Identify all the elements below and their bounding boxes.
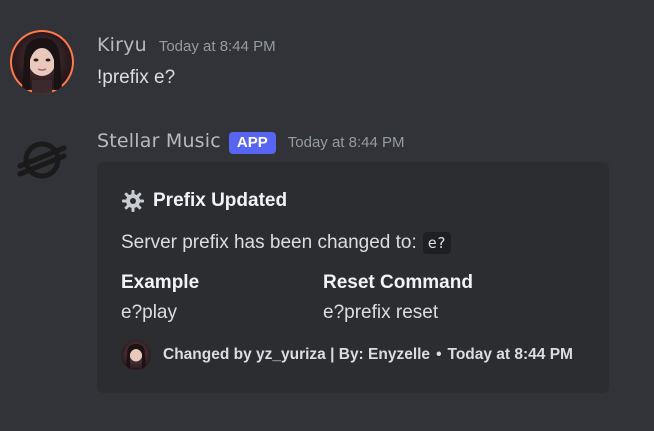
username[interactable]: Kiryu [97,34,147,56]
embed-field-reset-command: Reset Command e?prefix reset [323,272,473,324]
embed-field-example: Example e?play [121,272,199,324]
embed-description-text: Server prefix has been changed to: [121,232,417,253]
embed-footer: Changed by yz_yuriza | By: Enyzelle • To… [121,340,573,370]
user-avatar[interactable] [10,30,74,94]
app-badge: APP [228,132,276,154]
field-name: Reset Command [323,272,473,293]
embed-title: Prefix Updated [121,189,287,213]
field-value: e?prefix reset [323,302,439,323]
bot-avatar[interactable] [14,132,70,188]
footer-timestamp: Today at 8:44 PM [447,346,573,363]
field-value: e?play [121,302,177,323]
message-timestamp[interactable]: Today at 8:44 PM [159,38,276,55]
footer-text: Changed by yz_yuriza | By: Enyzelle [163,346,431,363]
embed-description: Server prefix has been changed to: e? [121,232,451,254]
embed: Prefix Updated Server prefix has been ch… [97,162,609,393]
bot-username[interactable]: Stellar Music [97,130,221,152]
gear-icon [121,189,145,213]
embed-title-text: Prefix Updated [153,190,288,211]
field-name: Example [121,272,200,293]
message-timestamp[interactable]: Today at 8:44 PM [288,134,405,151]
stellar-logo-icon [17,141,67,179]
prefix-code: e? [422,232,451,254]
message-content: !prefix e? [97,67,176,88]
footer-separator: • [436,346,442,363]
footer-avatar [121,340,151,370]
